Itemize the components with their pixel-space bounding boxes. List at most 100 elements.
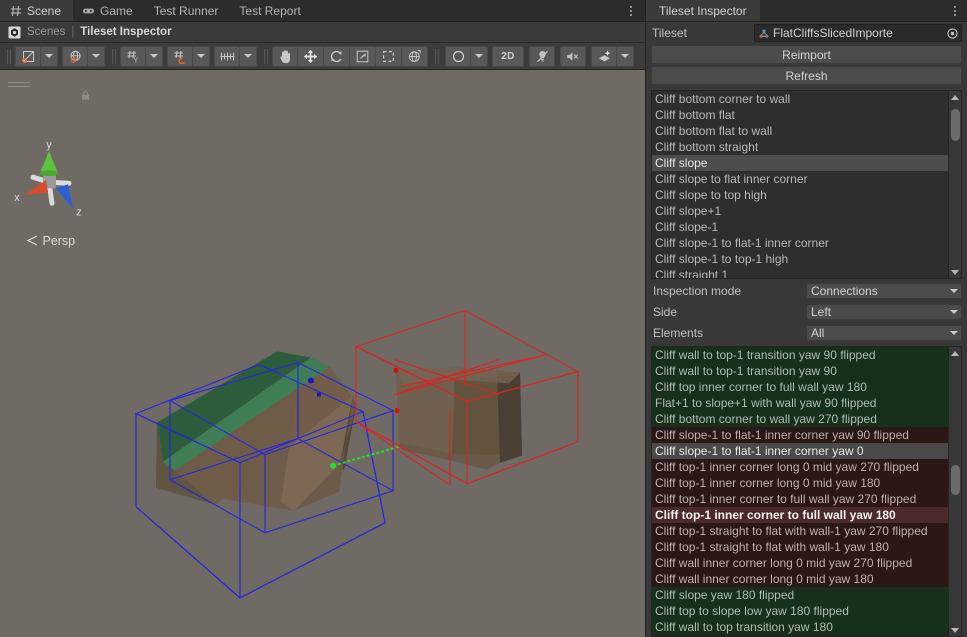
- pivot-mode-caret[interactable]: [41, 45, 58, 67]
- tile-list-scroll-track[interactable]: [949, 103, 962, 266]
- hand-tool[interactable]: [272, 45, 298, 67]
- move-tool[interactable]: [298, 45, 324, 67]
- scene-lighting-toggle[interactable]: [529, 45, 555, 67]
- scroll-down-arrow-icon[interactable]: [949, 624, 962, 636]
- connection-list-item[interactable]: Cliff top-1 inner corner to full wall ya…: [652, 507, 948, 523]
- tab-test-report[interactable]: Test Report: [230, 0, 312, 21]
- tileset-object-field[interactable]: FlatCliffsSlicedImporte: [754, 24, 962, 42]
- connection-list-item[interactable]: Cliff wall inner corner long 0 mid yaw 1…: [652, 571, 948, 587]
- snap-increment-dropdown[interactable]: [214, 45, 257, 67]
- breadcrumb-root[interactable]: Scenes: [27, 26, 65, 38]
- connection-list-item[interactable]: Cliff top-1 straight to flat with wall-1…: [652, 539, 948, 555]
- tile-list-item[interactable]: Cliff slope-1 to top-1 high: [652, 251, 948, 267]
- side-dropdown[interactable]: Left: [806, 304, 962, 320]
- connection-list-item[interactable]: Cliff top-1 inner corner to full wall ya…: [652, 491, 948, 507]
- connection-list-item[interactable]: Cliff top-1 straight to flat with wall-1…: [652, 523, 948, 539]
- chevron-down-icon: [197, 54, 205, 58]
- pivot-center-icon[interactable]: [15, 45, 41, 67]
- inspection-mode-dropdown[interactable]: Connections: [806, 283, 962, 299]
- toolbar-grip[interactable]: [5, 48, 12, 64]
- connection-list-item[interactable]: Cliff top-1 inner corner long 0 mid yaw …: [652, 459, 948, 475]
- more-options-icon[interactable]: [624, 0, 638, 21]
- tab-test-runner[interactable]: Test Runner: [145, 0, 231, 21]
- connection-list-item[interactable]: Cliff top to slope low yaw 180 flipped: [652, 603, 948, 619]
- pivot-mode-dropdown[interactable]: [15, 45, 58, 67]
- grid-snap-dropdown[interactable]: [167, 45, 210, 67]
- scene-lighting-caret[interactable]: [471, 45, 488, 67]
- projection-label[interactable]: Persp: [26, 234, 75, 248]
- grid-snap-caret[interactable]: [193, 45, 210, 67]
- scroll-up-arrow-icon[interactable]: [949, 347, 962, 359]
- scene-fx-dropdown[interactable]: [591, 45, 634, 67]
- grid-axis-dropdown[interactable]: Y: [120, 45, 163, 67]
- connection-list-item[interactable]: Cliff bottom corner to wall yaw 270 flip…: [652, 411, 948, 427]
- connection-list-item[interactable]: Cliff top inner corner to full wall yaw …: [652, 379, 948, 395]
- tile-list-item[interactable]: Cliff slope-1 to flat-1 inner corner: [652, 235, 948, 251]
- lock-icon[interactable]: [80, 88, 91, 100]
- elements-dropdown[interactable]: All: [806, 325, 962, 341]
- object-picker-icon[interactable]: [946, 27, 959, 40]
- snap-ruler-icon[interactable]: [214, 45, 240, 67]
- tile-list-item[interactable]: Cliff bottom flat: [652, 107, 948, 123]
- grid-axis-caret[interactable]: [146, 45, 163, 67]
- snap-increment-caret[interactable]: [240, 45, 257, 67]
- grid-snap-icon[interactable]: [167, 45, 193, 67]
- scene-lighting-dropdown[interactable]: [445, 45, 488, 67]
- tile-list-item[interactable]: Cliff slope-1: [652, 219, 948, 235]
- global-handle-icon[interactable]: [62, 45, 88, 67]
- fx-icon[interactable]: [591, 45, 617, 67]
- gizmo-menu-icon[interactable]: [8, 82, 30, 92]
- connection-list[interactable]: Cliff wall to top-1 transition yaw 90 fl…: [651, 346, 962, 637]
- tile-list-scrollbar[interactable]: [948, 91, 961, 278]
- tile-list-item[interactable]: Cliff slope to flat inner corner: [652, 171, 948, 187]
- transform-tool[interactable]: [402, 45, 428, 67]
- sphere-shading-icon[interactable]: [445, 45, 471, 67]
- rect-transform-tool[interactable]: [376, 45, 402, 67]
- handle-rotation-dropdown[interactable]: [62, 45, 105, 67]
- connection-list-item[interactable]: Cliff wall to top transition yaw 180: [652, 619, 948, 635]
- refresh-button[interactable]: Refresh: [651, 66, 962, 85]
- connection-list-rows: Cliff wall to top-1 transition yaw 90 fl…: [652, 347, 948, 636]
- tile-list-item[interactable]: Cliff straight 1: [652, 267, 948, 278]
- tile-name-list[interactable]: Cliff bottom corner to wall Cliff bottom …: [651, 90, 962, 279]
- inspection-mode-label: Inspection mode: [653, 284, 742, 298]
- tile-list-item[interactable]: Cliff slope to top high: [652, 187, 948, 203]
- scene-viewport[interactable]: y x z Persp: [0, 70, 645, 637]
- connection-list-item[interactable]: Cliff slope-1 to flat-1 inner corner yaw…: [652, 443, 948, 459]
- rotate-tool[interactable]: [324, 45, 350, 67]
- connection-list-item[interactable]: Cliff top-1 inner corner long 0 mid yaw …: [652, 475, 948, 491]
- tile-list-item[interactable]: Cliff bottom corner to wall: [652, 91, 948, 107]
- scene-audio-toggle[interactable]: [560, 45, 586, 67]
- reimport-button[interactable]: Reimport: [651, 45, 962, 64]
- connection-list-item[interactable]: Cliff wall to top-1 transition yaw 90 fl…: [652, 347, 948, 363]
- inspector-tabstrip: Tileset Inspector: [646, 0, 967, 22]
- handle-rotation-caret[interactable]: [88, 45, 105, 67]
- tile-name-list-rows: Cliff bottom corner to wall Cliff bottom …: [652, 91, 948, 278]
- scroll-up-arrow-icon[interactable]: [949, 91, 962, 103]
- connection-list-scroll-thumb[interactable]: [950, 465, 960, 495]
- connection-list-item[interactable]: Cliff wall to top-1 transition yaw 90: [652, 363, 948, 379]
- tile-list-item[interactable]: Cliff bottom straight: [652, 139, 948, 155]
- scale-tool[interactable]: [350, 45, 376, 67]
- inspector-more-options-icon[interactable]: [949, 0, 961, 21]
- connection-list-scrollbar[interactable]: [948, 347, 961, 636]
- tab-tileset-inspector[interactable]: Tileset Inspector: [646, 0, 760, 21]
- connection-list-scroll-track[interactable]: [949, 359, 962, 624]
- tab-test-report-label: Test Report: [239, 3, 301, 18]
- tab-game[interactable]: Game: [73, 0, 145, 21]
- grid-y-icon[interactable]: Y: [120, 45, 146, 67]
- scroll-down-arrow-icon[interactable]: [949, 266, 962, 278]
- tab-scene[interactable]: Scene: [0, 0, 74, 21]
- chevron-down-icon: [950, 331, 958, 335]
- tile-list-item[interactable]: Cliff slope: [652, 155, 948, 171]
- connection-list-item[interactable]: Cliff slope-1 to flat-1 inner corner yaw…: [652, 427, 948, 443]
- toggle-2d-button[interactable]: 2D: [492, 45, 524, 67]
- tile-list-item[interactable]: Cliff slope+1: [652, 203, 948, 219]
- connection-list-item[interactable]: Cliff wall inner corner long 0 mid yaw 2…: [652, 555, 948, 571]
- scene-fx-caret[interactable]: [617, 45, 634, 67]
- tile-list-item[interactable]: Cliff bottom flat to wall: [652, 123, 948, 139]
- tile-list-scroll-thumb[interactable]: [950, 109, 960, 141]
- connection-list-item[interactable]: Flat+1 to slope+1 with wall yaw 90 flipp…: [652, 395, 948, 411]
- breadcrumb-current: Tileset Inspector: [80, 26, 172, 38]
- connection-list-item[interactable]: Cliff slope yaw 180 flipped: [652, 587, 948, 603]
